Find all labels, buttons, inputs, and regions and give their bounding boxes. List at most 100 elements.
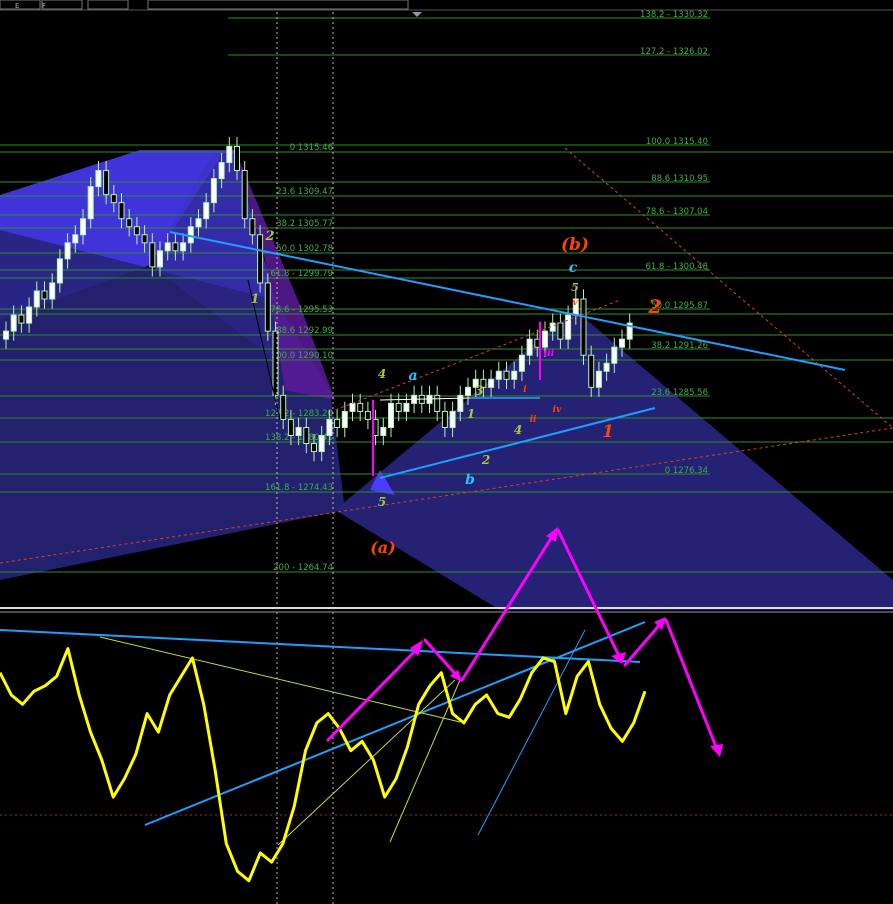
candle-body [595, 370, 602, 388]
candle-body [619, 338, 625, 348]
toolbar-strip [0, 0, 893, 10]
candle-body [64, 242, 71, 260]
fib-label-right: 88.6 1310.95 [651, 174, 708, 184]
candle-body [611, 346, 618, 364]
wave-label: iv [553, 405, 562, 415]
candle-body [226, 145, 233, 164]
candle-body [180, 242, 187, 252]
wave-label: 2 [647, 296, 661, 318]
candle-body [41, 290, 48, 300]
candle-body [441, 410, 448, 428]
candle-body [341, 410, 348, 428]
candle-body [210, 178, 217, 204]
wave-label: (a) [370, 538, 396, 557]
fib-label-left: 0 1315.46 [290, 143, 333, 153]
fib-label-left: 88.6 1292.99 [276, 326, 333, 336]
candle-body [364, 410, 371, 420]
candle-body [557, 322, 564, 340]
wave-label: a [408, 368, 417, 384]
candle-body [580, 298, 587, 356]
wave-label: 4 [378, 367, 386, 381]
candle-body [149, 242, 156, 268]
candle-body [133, 226, 140, 236]
candle-body [542, 330, 548, 348]
projection-arrow-6 [664, 618, 720, 754]
fib-label-left: 161.8 - 1274.43 [265, 483, 333, 493]
wave-label: 5 [571, 281, 579, 294]
candle-body [203, 202, 210, 220]
top-toolbar: E F [0, 0, 893, 17]
candle-body [126, 218, 133, 228]
candle-body [303, 426, 310, 445]
fib-label-right: 127.2 - 1326.02 [640, 47, 708, 57]
candle-body [395, 402, 402, 412]
fib-label-right: 38.2 1291.26 [651, 341, 708, 351]
candle-body [3, 330, 9, 340]
fib-label-left: 78.6 - 1295.53 [270, 305, 333, 315]
fib-label-right: 100.0 1315.40 [646, 137, 708, 147]
chart-stage: 138.2 - 1330.32 127.2 - 1326.02 100.0 1315… [0, 0, 893, 904]
arrowhead-6 [710, 744, 723, 757]
candle-body [603, 362, 610, 372]
candle-body [449, 410, 456, 428]
candle-body [503, 370, 510, 380]
candle-body [326, 418, 333, 437]
wave-label: iii [544, 349, 555, 359]
candle-body [334, 418, 341, 428]
candle-body [249, 218, 256, 236]
candle-body [465, 386, 471, 396]
wave-a-line [379, 397, 471, 401]
candle-body [56, 258, 63, 284]
candle-body [187, 226, 194, 244]
candle-body [264, 282, 271, 332]
candle-body [72, 234, 79, 244]
candle-body [49, 282, 56, 300]
fib-label-right: 78.6 - 1307.04 [645, 207, 708, 217]
candle-body [287, 418, 294, 437]
candle-body [257, 234, 264, 284]
candle-body [195, 218, 202, 228]
wave-label: 3 [474, 384, 483, 399]
candle-body [87, 186, 94, 220]
toolbar-glyph-left: E [15, 2, 19, 10]
fib-label-left: 50.0 1302.78 [276, 244, 333, 254]
wave-label: ii [530, 415, 537, 425]
toolbar-arrow-icon[interactable] [412, 12, 422, 17]
wave-label: (b) [561, 235, 589, 255]
candle-body [295, 426, 302, 437]
wave-label: 2 [481, 453, 490, 467]
candle-body [172, 242, 179, 252]
candle-body [380, 426, 387, 437]
candle-body [588, 354, 595, 388]
candle-body [141, 234, 148, 244]
candle-body [526, 338, 533, 356]
candle-body [218, 162, 225, 180]
candle-body [110, 194, 117, 204]
fib-label-left: 100.0 1290.10 [271, 351, 333, 361]
candle-body [280, 394, 287, 420]
candle-body [403, 402, 410, 412]
osc-steep-line [477, 629, 586, 836]
candle-body [164, 242, 171, 252]
wave-label: 5 [378, 495, 386, 509]
candle-body [349, 402, 356, 412]
candle-body [518, 354, 525, 372]
oscillator-line [0, 647, 647, 883]
fib-label-left: 61.8 - 1299.79 [270, 269, 333, 279]
fib-label-right: 138.2 - 1330.32 [640, 10, 708, 20]
candle-body [357, 402, 364, 412]
wave-label: 1 [467, 407, 475, 421]
candle-body [80, 218, 86, 236]
candle-body [388, 402, 394, 428]
candle-body [311, 443, 317, 453]
wave-label: 4 [514, 423, 522, 437]
fib-label-right: 0 1276.34 [665, 466, 708, 476]
candle-body [33, 290, 40, 308]
wave-label: v [572, 298, 578, 308]
candle-body [18, 314, 25, 324]
wave-label: b [465, 472, 475, 488]
wave-label: 1 [602, 422, 614, 442]
harmonic-pattern-fills [0, 150, 893, 610]
candle-body [434, 394, 441, 412]
wave-label: 1 [250, 292, 259, 307]
